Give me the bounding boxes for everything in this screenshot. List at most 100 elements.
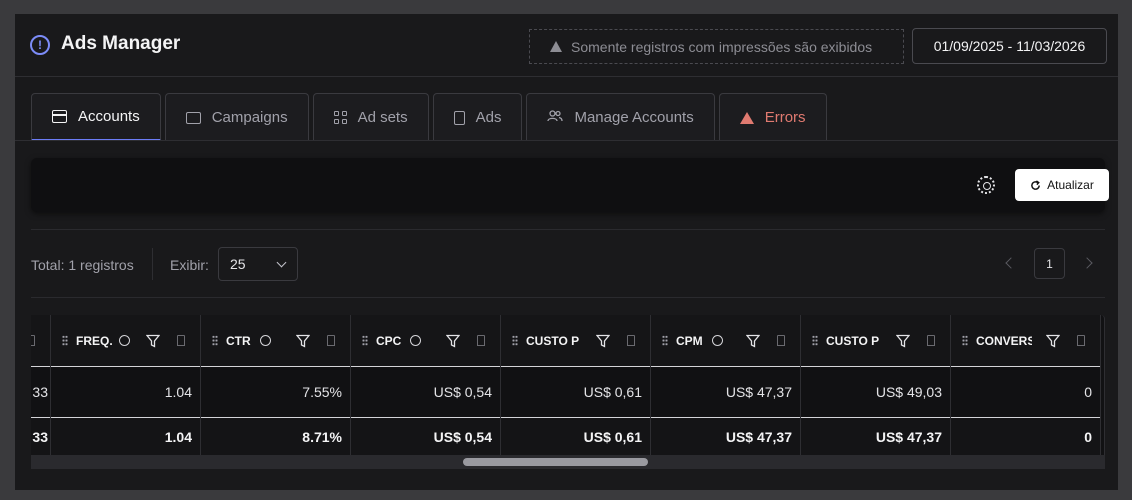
- chevron-down-icon: [276, 257, 287, 268]
- table-cell: 33: [31, 367, 50, 418]
- total-cell: US$ 47,37: [801, 418, 950, 455]
- pin-icon[interactable]: [477, 335, 485, 346]
- horizontal-scrollbar[interactable]: [31, 455, 1105, 469]
- divider: [31, 229, 1105, 230]
- total-cell: 33: [31, 418, 50, 455]
- column-header-label: CONVERS: [976, 333, 1032, 348]
- drag-handle-icon[interactable]: [212, 335, 218, 346]
- filter-icon[interactable]: [896, 334, 910, 348]
- page-size-label: Exibir:: [170, 257, 209, 273]
- table-column-partial: 33 33: [31, 315, 51, 455]
- page-size-value: 25: [230, 256, 246, 272]
- tab-label: Campaigns: [211, 109, 288, 126]
- refresh-label: Atualizar: [1047, 178, 1094, 192]
- column-header[interactable]: CTR: [201, 315, 350, 367]
- divider: [31, 297, 1105, 298]
- impressions-notice: Somente registros com impressões são exi…: [529, 29, 904, 64]
- data-table: 33 33 FREQ. 1.04 1.04 CTR 7.55% 8.71% CP…: [31, 315, 1105, 469]
- document-icon: [453, 110, 465, 125]
- folder-icon: [185, 111, 201, 124]
- pin-icon[interactable]: [327, 335, 335, 346]
- column-header[interactable]: CUSTO P: [501, 315, 650, 367]
- tab-bar: Accounts Campaigns Ad sets Ads Manage Ac…: [31, 93, 827, 141]
- tab-campaigns[interactable]: Campaigns: [164, 93, 309, 141]
- drag-handle-icon[interactable]: [812, 335, 818, 346]
- total-cell: US$ 0,54: [351, 418, 500, 455]
- column-header-label: FREQ.: [76, 333, 113, 348]
- column-header: [31, 315, 50, 367]
- header: ! Ads Manager Somente registros com impr…: [15, 14, 1118, 77]
- column-header[interactable]: CUSTO P: [801, 315, 950, 367]
- column-header[interactable]: CPM: [651, 315, 800, 367]
- tab-label: Accounts: [78, 108, 140, 125]
- alert-circle-icon: !: [30, 35, 50, 55]
- column-header-label: CUSTO P: [826, 333, 880, 348]
- table-cell: US$ 0,54: [351, 367, 500, 418]
- table-column-cpm: CPM US$ 47,37 US$ 47,37: [651, 315, 801, 455]
- tabs-divider: [15, 140, 1118, 141]
- tab-ads[interactable]: Ads: [432, 93, 523, 141]
- warning-icon: [739, 111, 754, 124]
- warning-icon: [550, 41, 562, 52]
- tab-accounts[interactable]: Accounts: [31, 93, 161, 141]
- tab-errors[interactable]: Errors: [718, 93, 827, 141]
- table-cell: 1.04: [51, 367, 200, 418]
- total-records: Total: 1 registros: [31, 257, 134, 273]
- scrollbar-thumb[interactable]: [463, 458, 648, 466]
- filter-icon[interactable]: [146, 334, 160, 348]
- refresh-icon: [1031, 179, 1041, 190]
- info-icon[interactable]: [259, 335, 271, 346]
- total-cell: US$ 0,61: [501, 418, 650, 455]
- ads-manager-window: ! Ads Manager Somente registros com impr…: [15, 14, 1118, 490]
- table-column-custo-p-2: CUSTO P US$ 49,03 US$ 47,37: [801, 315, 951, 455]
- info-icon[interactable]: [711, 335, 723, 346]
- pin-icon[interactable]: [31, 335, 35, 346]
- tab-label: Errors: [764, 109, 806, 126]
- drag-handle-icon[interactable]: [362, 335, 368, 346]
- tab-label: Ads: [475, 109, 502, 126]
- pin-icon[interactable]: [927, 335, 935, 346]
- pin-icon[interactable]: [777, 335, 785, 346]
- gear-icon[interactable]: [977, 176, 995, 194]
- tab-label: Ad sets: [357, 109, 408, 126]
- filter-icon[interactable]: [1046, 334, 1060, 348]
- notice-text: Somente registros com impressões são exi…: [571, 38, 873, 55]
- pin-icon[interactable]: [627, 335, 635, 346]
- table-column-convers: CONVERS 0 0: [951, 315, 1101, 455]
- tab-ad-sets[interactable]: Ad sets: [312, 93, 429, 141]
- refresh-button[interactable]: Atualizar: [1015, 169, 1109, 201]
- filter-icon[interactable]: [296, 334, 310, 348]
- table-column-ctr: CTR 7.55% 8.71%: [201, 315, 351, 455]
- filter-icon[interactable]: [446, 334, 460, 348]
- users-icon: [547, 110, 564, 125]
- drag-handle-icon[interactable]: [662, 335, 668, 346]
- date-range-picker[interactable]: 01/09/2025 - 11/03/2026: [912, 28, 1107, 64]
- page-title: Ads Manager: [61, 33, 181, 54]
- column-header[interactable]: CPC: [351, 315, 500, 367]
- tab-manage-accounts[interactable]: Manage Accounts: [526, 93, 715, 141]
- drag-handle-icon[interactable]: [62, 335, 68, 346]
- filter-icon[interactable]: [746, 334, 760, 348]
- tab-label: Manage Accounts: [574, 109, 694, 126]
- info-icon[interactable]: [410, 335, 422, 346]
- column-header[interactable]: CONVERS: [951, 315, 1100, 367]
- drag-handle-icon[interactable]: [512, 335, 518, 346]
- info-icon[interactable]: [118, 335, 130, 346]
- table-column-custo-p: CUSTO P US$ 0,61 US$ 0,61: [501, 315, 651, 455]
- column-header-label: CUSTO P: [526, 333, 580, 348]
- page-size-select[interactable]: 25: [218, 247, 298, 281]
- filter-icon[interactable]: [596, 334, 610, 348]
- drag-handle-icon[interactable]: [962, 335, 968, 346]
- total-cell: US$ 47,37: [651, 418, 800, 455]
- chevron-left-icon[interactable]: [1005, 257, 1017, 269]
- chevron-right-icon[interactable]: [1081, 257, 1093, 269]
- total-cell: 8.71%: [201, 418, 350, 455]
- pin-icon[interactable]: [177, 335, 185, 346]
- page-number-button[interactable]: 1: [1034, 248, 1065, 279]
- divider: [152, 248, 153, 280]
- table-toolbar: Atualizar: [31, 158, 1109, 212]
- column-header[interactable]: FREQ.: [51, 315, 200, 367]
- pin-icon[interactable]: [1077, 335, 1085, 346]
- table-cell: 0: [951, 367, 1100, 418]
- column-header-label: CPC: [376, 333, 402, 348]
